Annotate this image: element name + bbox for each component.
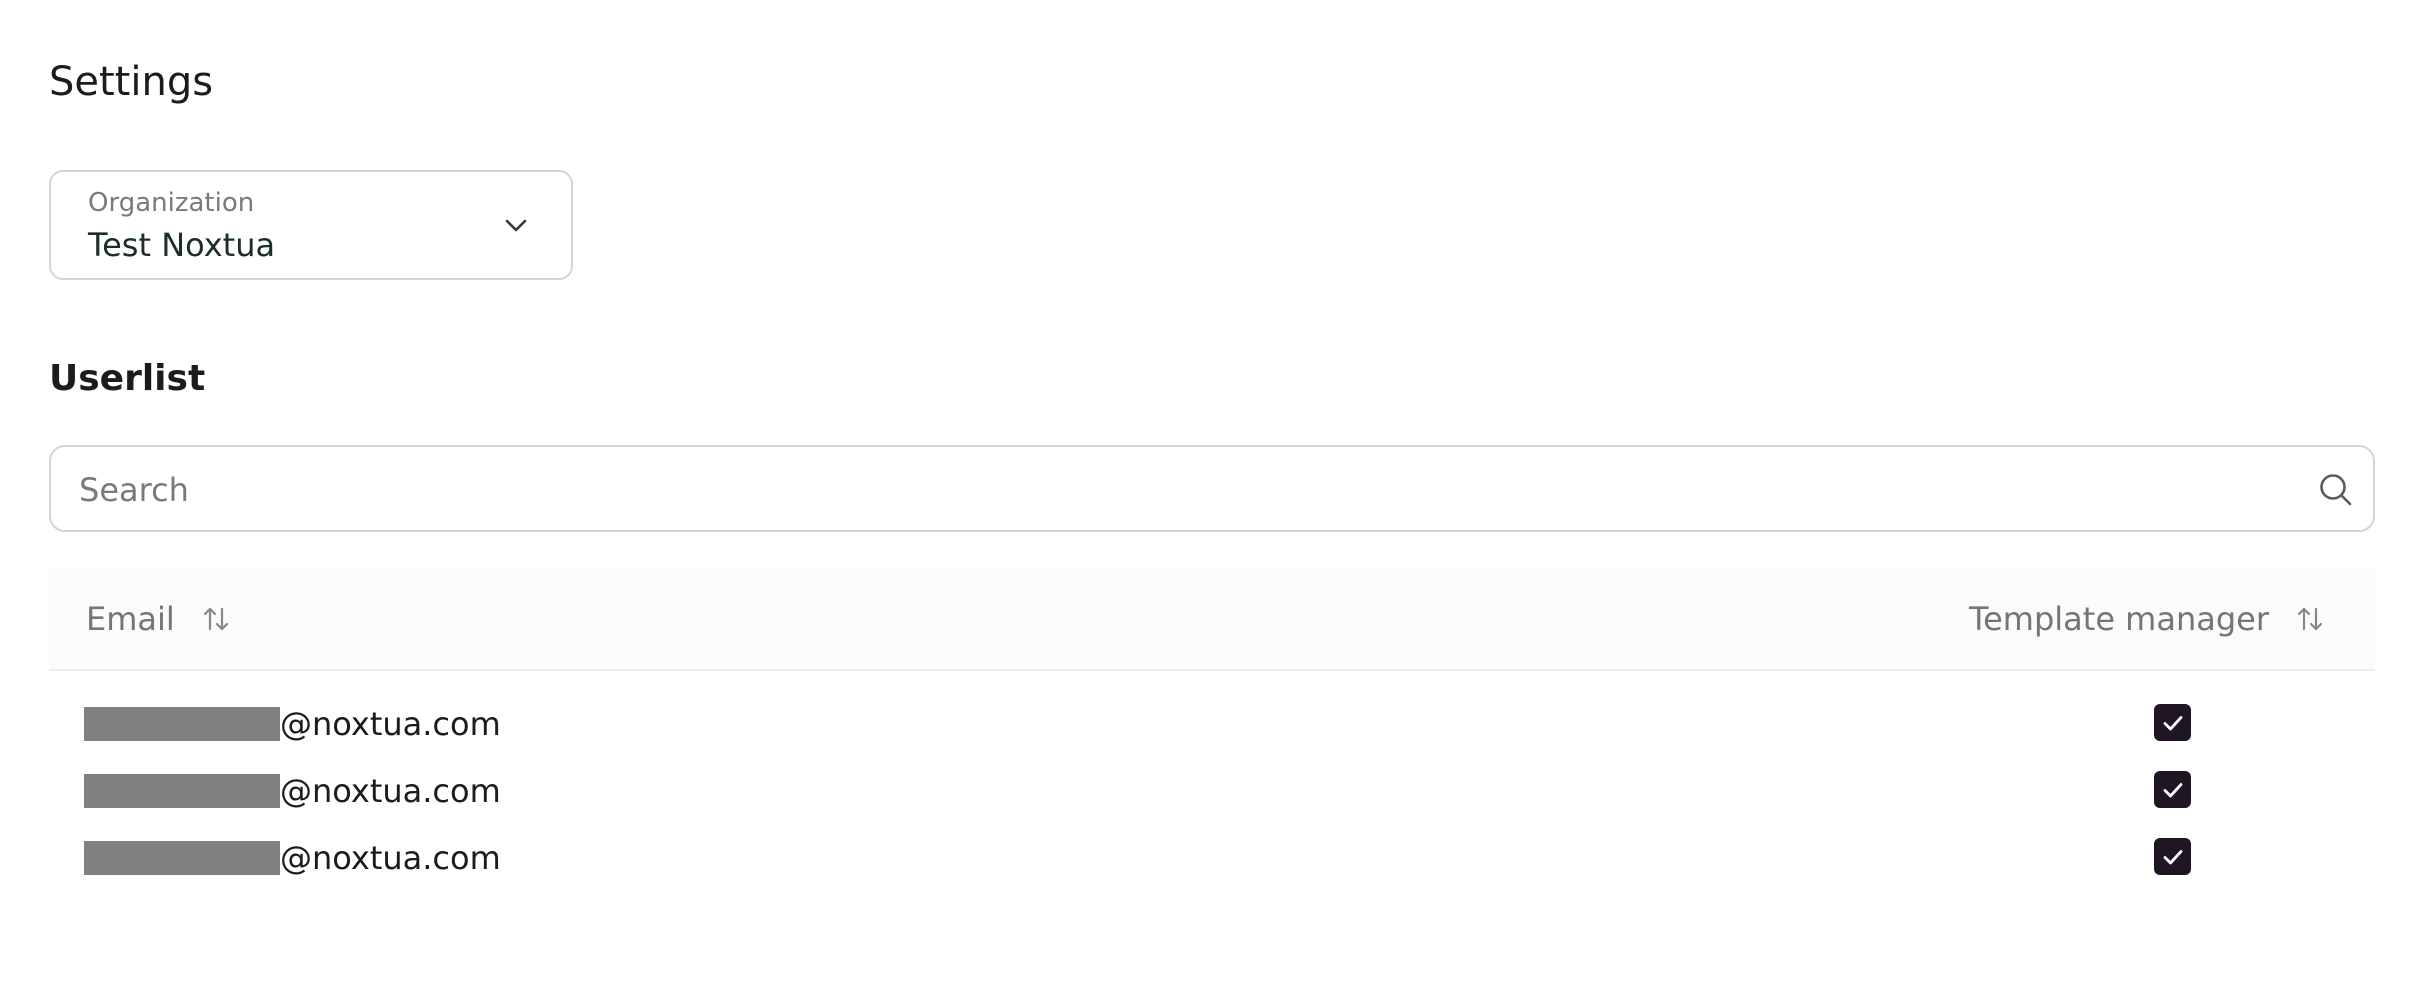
email-cell: @noxtua.com [84, 690, 501, 757]
search-icon[interactable] [2317, 471, 2355, 509]
redacted-email-name [84, 840, 280, 875]
table-row: @noxtua.com [49, 757, 2375, 824]
organization-select[interactable]: Organization Test Noxtua [49, 170, 573, 280]
email-suffix: @noxtua.com [280, 771, 501, 810]
table-header: Email Template manager [49, 569, 2375, 671]
search-box [49, 445, 2375, 532]
template-manager-checkbox[interactable] [2154, 838, 2191, 875]
table-row: @noxtua.com [49, 824, 2375, 891]
organization-value: Test Noxtua [88, 226, 276, 264]
column-header-template-manager[interactable]: Template manager [1969, 569, 2325, 669]
email-suffix: @noxtua.com [280, 704, 501, 743]
column-header-template-manager-label: Template manager [1968, 600, 2269, 638]
table-row: @noxtua.com [49, 690, 2375, 757]
email-cell: @noxtua.com [84, 757, 501, 824]
search-input[interactable] [77, 461, 2281, 519]
table-body: @noxtua.com @noxtua.com @noxtua.com [49, 671, 2375, 891]
checkmark-icon [2163, 849, 2182, 864]
template-manager-checkbox[interactable] [2154, 771, 2191, 808]
organization-label: Organization [88, 188, 255, 218]
userlist-table: Email Template manager @noxtua.com @noxt… [49, 569, 2375, 891]
template-manager-checkbox[interactable] [2154, 704, 2191, 741]
column-header-email-label: Email [86, 600, 175, 638]
settings-page: Settings Organization Test Noxtua Userli… [0, 0, 2428, 1008]
redacted-email-name [84, 773, 280, 808]
redacted-email-name [84, 706, 280, 741]
column-header-email[interactable]: Email [86, 569, 231, 669]
email-suffix: @noxtua.com [280, 838, 501, 877]
page-title: Settings [49, 59, 214, 105]
email-cell: @noxtua.com [84, 824, 501, 891]
sort-arrows-icon[interactable] [201, 604, 231, 634]
checkmark-icon [2163, 715, 2182, 730]
sort-arrows-icon[interactable] [2295, 604, 2325, 634]
userlist-title: Userlist [49, 358, 206, 399]
chevron-down-icon[interactable] [505, 218, 527, 234]
checkmark-icon [2163, 782, 2182, 797]
